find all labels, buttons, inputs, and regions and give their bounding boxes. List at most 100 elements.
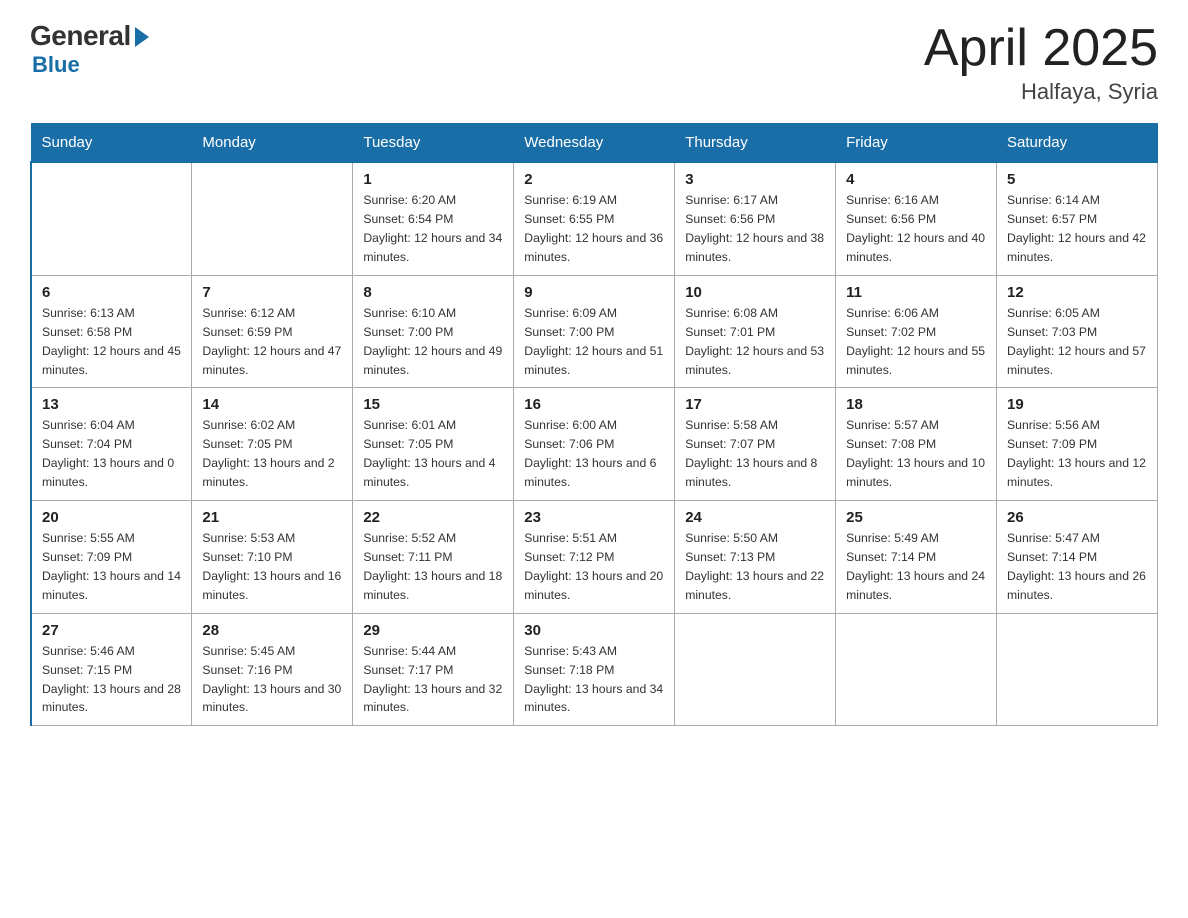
day-info: Sunrise: 6:08 AMSunset: 7:01 PMDaylight:…: [685, 304, 825, 380]
day-info: Sunrise: 6:02 AMSunset: 7:05 PMDaylight:…: [202, 416, 342, 492]
day-number: 22: [363, 509, 503, 526]
day-info: Sunrise: 5:45 AMSunset: 7:16 PMDaylight:…: [202, 642, 342, 718]
calendar-day-12: 12 Sunrise: 6:05 AMSunset: 7:03 PMDayligh…: [997, 275, 1158, 388]
weekday-header-monday: Monday: [192, 124, 353, 163]
title-section: April 2025 Halfaya, Syria: [924, 20, 1158, 105]
day-number: 28: [202, 622, 342, 639]
calendar-day-23: 23 Sunrise: 5:51 AMSunset: 7:12 PMDayligh…: [514, 501, 675, 614]
day-number: 19: [1007, 396, 1147, 413]
day-info: Sunrise: 5:46 AMSunset: 7:15 PMDaylight:…: [42, 642, 181, 718]
calendar-empty-cell: [675, 613, 836, 726]
day-info: Sunrise: 5:47 AMSunset: 7:14 PMDaylight:…: [1007, 529, 1147, 605]
day-info: Sunrise: 6:19 AMSunset: 6:55 PMDaylight:…: [524, 191, 664, 267]
day-info: Sunrise: 6:01 AMSunset: 7:05 PMDaylight:…: [363, 416, 503, 492]
calendar-day-25: 25Sunrise: 5:49 AMSunset: 7:14 PMDayligh…: [836, 501, 997, 614]
day-number: 18: [846, 396, 986, 413]
logo-arrow-icon: [135, 27, 149, 47]
calendar-empty-cell: [997, 613, 1158, 726]
calendar-day-21: 21 Sunrise: 5:53 AMSunset: 7:10 PMDayligh…: [192, 501, 353, 614]
calendar-day-2: 2 Sunrise: 6:19 AMSunset: 6:55 PMDaylight…: [514, 162, 675, 275]
calendar-day-17: 17 Sunrise: 5:58 AMSunset: 7:07 PMDayligh…: [675, 388, 836, 501]
calendar-day-10: 10 Sunrise: 6:08 AMSunset: 7:01 PMDayligh…: [675, 275, 836, 388]
calendar-day-26: 26 Sunrise: 5:47 AMSunset: 7:14 PMDayligh…: [997, 501, 1158, 614]
calendar-day-24: 24Sunrise: 5:50 AMSunset: 7:13 PMDayligh…: [675, 501, 836, 614]
calendar-day-11: 11Sunrise: 6:06 AMSunset: 7:02 PMDayligh…: [836, 275, 997, 388]
calendar-empty-cell: [31, 162, 192, 275]
day-info: Sunrise: 5:50 AMSunset: 7:13 PMDaylight:…: [685, 529, 825, 605]
day-number: 21: [202, 509, 342, 526]
day-info: Sunrise: 6:16 AMSunset: 6:56 PMDaylight:…: [846, 191, 986, 267]
calendar-day-29: 29 Sunrise: 5:44 AMSunset: 7:17 PMDayligh…: [353, 613, 514, 726]
calendar-empty-cell: [192, 162, 353, 275]
calendar-day-16: 16 Sunrise: 6:00 AMSunset: 7:06 PMDayligh…: [514, 388, 675, 501]
weekday-header-friday: Friday: [836, 124, 997, 163]
weekday-header-thursday: Thursday: [675, 124, 836, 163]
day-info: Sunrise: 6:10 AMSunset: 7:00 PMDaylight:…: [363, 304, 503, 380]
day-info: Sunrise: 5:44 AMSunset: 7:17 PMDaylight:…: [363, 642, 503, 718]
calendar-day-8: 8 Sunrise: 6:10 AMSunset: 7:00 PMDaylight…: [353, 275, 514, 388]
day-info: Sunrise: 5:43 AMSunset: 7:18 PMDaylight:…: [524, 642, 664, 718]
calendar-day-6: 6 Sunrise: 6:13 AMSunset: 6:58 PMDaylight…: [31, 275, 192, 388]
day-info: Sunrise: 6:14 AMSunset: 6:57 PMDaylight:…: [1007, 191, 1147, 267]
day-info: Sunrise: 6:04 AMSunset: 7:04 PMDaylight:…: [42, 416, 181, 492]
day-number: 10: [685, 284, 825, 301]
day-number: 11: [846, 284, 986, 301]
calendar-day-22: 22 Sunrise: 5:52 AMSunset: 7:11 PMDayligh…: [353, 501, 514, 614]
day-number: 27: [42, 622, 181, 639]
day-number: 12: [1007, 284, 1147, 301]
day-info: Sunrise: 5:55 AMSunset: 7:09 PMDaylight:…: [42, 529, 181, 605]
day-number: 30: [524, 622, 664, 639]
logo: General Blue: [30, 20, 149, 78]
day-info: Sunrise: 5:56 AMSunset: 7:09 PMDaylight:…: [1007, 416, 1147, 492]
calendar-day-5: 5Sunrise: 6:14 AMSunset: 6:57 PMDaylight…: [997, 162, 1158, 275]
calendar-day-4: 4 Sunrise: 6:16 AMSunset: 6:56 PMDaylight…: [836, 162, 997, 275]
day-number: 14: [202, 396, 342, 413]
day-info: Sunrise: 6:13 AMSunset: 6:58 PMDaylight:…: [42, 304, 181, 380]
day-info: Sunrise: 5:52 AMSunset: 7:11 PMDaylight:…: [363, 529, 503, 605]
day-number: 26: [1007, 509, 1147, 526]
weekday-header-wednesday: Wednesday: [514, 124, 675, 163]
day-info: Sunrise: 5:57 AMSunset: 7:08 PMDaylight:…: [846, 416, 986, 492]
day-info: Sunrise: 6:12 AMSunset: 6:59 PMDaylight:…: [202, 304, 342, 380]
calendar-week-row: 1Sunrise: 6:20 AMSunset: 6:54 PMDaylight…: [31, 162, 1158, 275]
day-info: Sunrise: 6:05 AMSunset: 7:03 PMDaylight:…: [1007, 304, 1147, 380]
day-info: Sunrise: 5:51 AMSunset: 7:12 PMDaylight:…: [524, 529, 664, 605]
day-info: Sunrise: 6:17 AMSunset: 6:56 PMDaylight:…: [685, 191, 825, 267]
day-info: Sunrise: 5:49 AMSunset: 7:14 PMDaylight:…: [846, 529, 986, 605]
day-number: 9: [524, 284, 664, 301]
calendar-table: SundayMondayTuesdayWednesdayThursdayFrid…: [30, 123, 1158, 726]
day-number: 13: [42, 396, 181, 413]
day-number: 2: [524, 171, 664, 188]
day-number: 23: [524, 509, 664, 526]
calendar-day-15: 15Sunrise: 6:01 AMSunset: 7:05 PMDayligh…: [353, 388, 514, 501]
calendar-day-13: 13 Sunrise: 6:04 AMSunset: 7:04 PMDayligh…: [31, 388, 192, 501]
calendar-day-28: 28 Sunrise: 5:45 AMSunset: 7:16 PMDayligh…: [192, 613, 353, 726]
calendar-empty-cell: [836, 613, 997, 726]
calendar-day-19: 19 Sunrise: 5:56 AMSunset: 7:09 PMDayligh…: [997, 388, 1158, 501]
day-info: Sunrise: 6:09 AMSunset: 7:00 PMDaylight:…: [524, 304, 664, 380]
day-number: 6: [42, 284, 181, 301]
logo-blue-text: Blue: [32, 52, 80, 78]
calendar-week-row: 6 Sunrise: 6:13 AMSunset: 6:58 PMDaylight…: [31, 275, 1158, 388]
calendar-day-20: 20 Sunrise: 5:55 AMSunset: 7:09 PMDayligh…: [31, 501, 192, 614]
logo-general-text: General: [30, 20, 131, 52]
day-number: 20: [42, 509, 181, 526]
day-info: Sunrise: 5:58 AMSunset: 7:07 PMDaylight:…: [685, 416, 825, 492]
calendar-header-row: SundayMondayTuesdayWednesdayThursdayFrid…: [31, 124, 1158, 163]
calendar-week-row: 20 Sunrise: 5:55 AMSunset: 7:09 PMDayligh…: [31, 501, 1158, 614]
day-number: 4: [846, 171, 986, 188]
calendar-day-3: 3 Sunrise: 6:17 AMSunset: 6:56 PMDaylight…: [675, 162, 836, 275]
day-number: 8: [363, 284, 503, 301]
calendar-day-14: 14 Sunrise: 6:02 AMSunset: 7:05 PMDayligh…: [192, 388, 353, 501]
day-number: 17: [685, 396, 825, 413]
weekday-header-saturday: Saturday: [997, 124, 1158, 163]
calendar-week-row: 13 Sunrise: 6:04 AMSunset: 7:04 PMDayligh…: [31, 388, 1158, 501]
day-number: 16: [524, 396, 664, 413]
calendar-day-18: 18 Sunrise: 5:57 AMSunset: 7:08 PMDayligh…: [836, 388, 997, 501]
day-number: 29: [363, 622, 503, 639]
day-info: Sunrise: 5:53 AMSunset: 7:10 PMDaylight:…: [202, 529, 342, 605]
location-label: Halfaya, Syria: [924, 79, 1158, 105]
day-info: Sunrise: 6:00 AMSunset: 7:06 PMDaylight:…: [524, 416, 664, 492]
day-number: 1: [363, 171, 503, 188]
day-number: 3: [685, 171, 825, 188]
